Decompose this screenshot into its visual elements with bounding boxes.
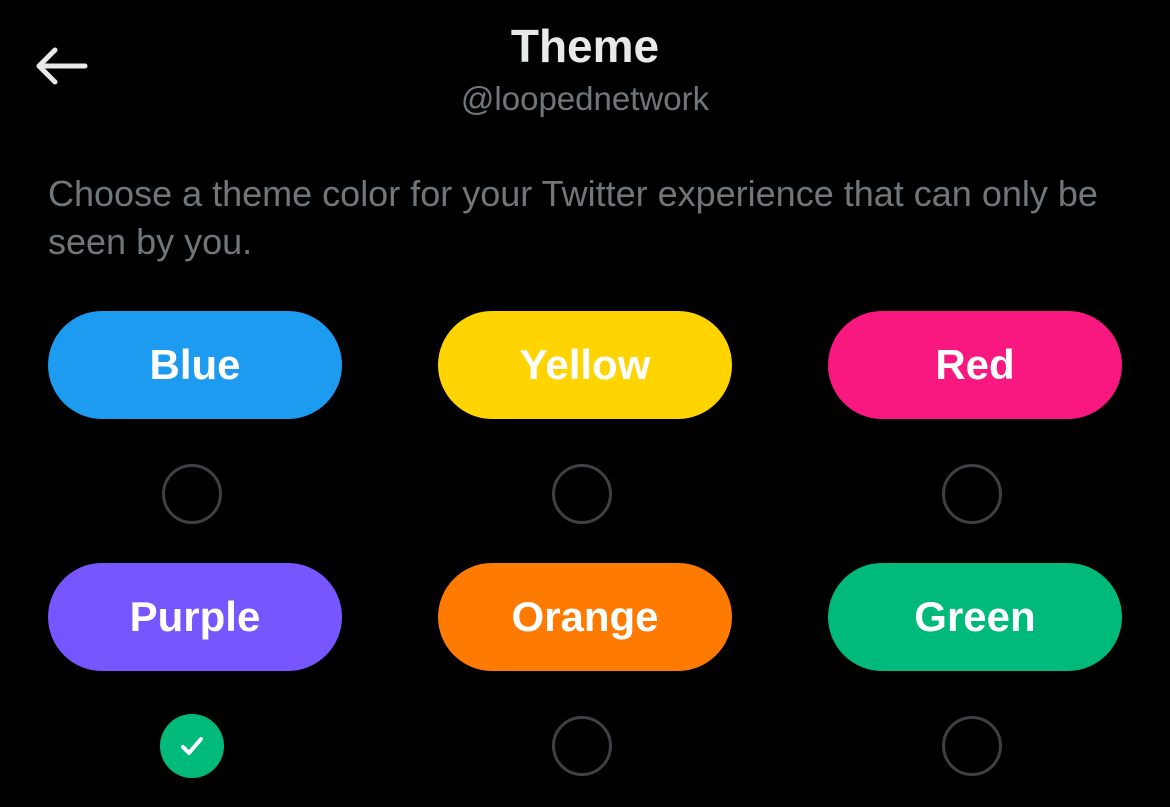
theme-button-orange[interactable]: Orange — [438, 563, 732, 671]
check-icon — [181, 737, 203, 755]
theme-description: Choose a theme color for your Twitter ex… — [48, 173, 1098, 262]
page-title: Theme — [510, 20, 660, 72]
theme-option-blue: Blue — [48, 311, 342, 551]
theme-option-red: Red — [828, 311, 1122, 551]
account-handle: @loopednetwork — [460, 80, 710, 117]
theme-button-purple[interactable]: Purple — [48, 563, 342, 671]
theme-button-blue[interactable]: Blue — [48, 311, 342, 419]
theme-option-yellow: Yellow — [438, 311, 732, 551]
theme-radio-green[interactable] — [942, 716, 1002, 776]
theme-radio-blue[interactable] — [162, 464, 222, 524]
theme-button-red[interactable]: Red — [828, 311, 1122, 419]
header: Theme @loopednetwork — [0, 0, 1170, 140]
theme-option-purple: Purple — [48, 563, 342, 803]
theme-option-orange: Orange — [438, 563, 732, 803]
theme-radio-orange[interactable] — [552, 716, 612, 776]
theme-button-green[interactable]: Green — [828, 563, 1122, 671]
theme-option-green: Green — [828, 563, 1122, 803]
theme-button-yellow[interactable]: Yellow — [438, 311, 732, 419]
theme-radio-purple[interactable] — [160, 714, 224, 778]
theme-radio-yellow[interactable] — [552, 464, 612, 524]
theme-radio-red[interactable] — [942, 464, 1002, 524]
